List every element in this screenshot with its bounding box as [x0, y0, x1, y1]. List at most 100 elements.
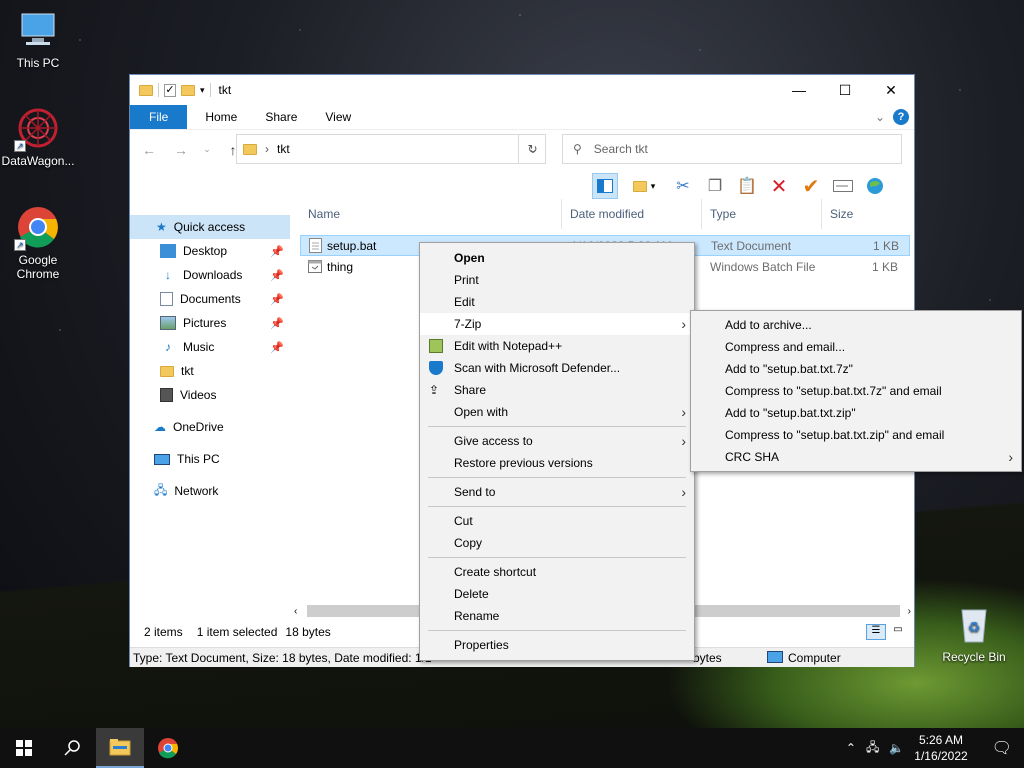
tab-file[interactable]: File	[130, 105, 188, 129]
new-folder-icon[interactable]	[181, 84, 195, 96]
menu-item-print[interactable]: Print	[420, 269, 694, 291]
sidebar-item-quick-access[interactable]: ★ Quick access	[130, 215, 290, 239]
menu-item-edit-notepadpp[interactable]: Edit with Notepad++	[420, 335, 694, 357]
navigation-pane: ★ Quick access Desktop 📌 ↓ Downloads 📌 D…	[130, 215, 290, 615]
menu-item-compress-and-email[interactable]: Compress and email...	[691, 336, 1021, 358]
menu-item-open[interactable]: Open	[420, 247, 694, 269]
menu-item-edit[interactable]: Edit	[420, 291, 694, 313]
forward-icon[interactable]: →	[170, 142, 192, 158]
cloud-icon: ☁	[154, 420, 166, 434]
clock[interactable]: 5:26 AM 1/16/2022	[914, 732, 967, 764]
column-header-date[interactable]: Date modified	[562, 199, 702, 229]
tab-share[interactable]: Share	[251, 105, 311, 129]
submenu-arrow-icon: ›	[681, 484, 686, 500]
menu-item-add-to-zip[interactable]: Add to "setup.bat.txt.zip"	[691, 402, 1021, 424]
rename-icon[interactable]	[830, 173, 856, 199]
delete-icon[interactable]: ✕	[766, 173, 792, 199]
checkmark-icon[interactable]: ✔	[798, 173, 824, 199]
menu-item-rename[interactable]: Rename	[420, 605, 694, 627]
menu-item-add-to-archive[interactable]: Add to archive...	[691, 314, 1021, 336]
sidebar-item-downloads[interactable]: ↓ Downloads 📌	[130, 263, 290, 287]
taskbar-chrome[interactable]	[144, 728, 192, 768]
search-input[interactable]: ⚲ Search tkt	[562, 134, 902, 164]
menu-item-open-with[interactable]: Open with ›	[420, 401, 694, 423]
menu-item-restore-versions[interactable]: Restore previous versions	[420, 452, 694, 474]
videos-icon	[160, 388, 173, 402]
submenu-arrow-icon: ›	[681, 404, 686, 420]
cut-icon[interactable]: ✂	[670, 173, 696, 199]
paste-icon[interactable]: 📋	[734, 173, 760, 199]
notification-icon[interactable]: 🗨	[992, 738, 1012, 758]
globe-icon[interactable]	[862, 173, 888, 199]
taskbar-file-explorer[interactable]	[96, 728, 144, 768]
volume-muted-icon[interactable]: 🔈	[889, 741, 904, 755]
network-status-icon[interactable]: 🖧	[866, 738, 879, 759]
sidebar-item-onedrive[interactable]: ☁ OneDrive	[130, 415, 290, 439]
menu-item-properties[interactable]: Properties	[420, 634, 694, 656]
menu-item-cut[interactable]: Cut	[420, 510, 694, 532]
sidebar-item-documents[interactable]: Documents 📌	[130, 287, 290, 311]
desktop-icon-recycle-bin[interactable]: ♻ Recycle Bin	[936, 602, 1012, 664]
sidebar-item-this-pc[interactable]: This PC	[130, 447, 290, 471]
clock-date: 1/16/2022	[914, 749, 968, 763]
column-header-type[interactable]: Type	[702, 199, 822, 229]
back-icon[interactable]: ←	[138, 142, 160, 158]
column-header-size[interactable]: Size	[822, 199, 902, 229]
desktop-icon-chrome[interactable]: ↗ Google Chrome	[0, 205, 76, 281]
documents-icon	[160, 292, 173, 306]
help-icon[interactable]: ?	[893, 109, 909, 125]
start-button[interactable]	[0, 728, 48, 768]
menu-item-delete[interactable]: Delete	[420, 583, 694, 605]
column-header-name[interactable]: Name	[300, 199, 562, 229]
recent-locations-icon[interactable]: ⌄	[202, 144, 212, 155]
menu-item-compress-zip-email[interactable]: Compress to "setup.bat.txt.zip" and emai…	[691, 424, 1021, 446]
computer-icon	[154, 453, 170, 465]
context-menu: Open Print Edit 7-Zip › Edit with Notepa…	[419, 242, 695, 661]
menu-item-crc-sha[interactable]: CRC SHA ›	[691, 446, 1021, 468]
column-headers: Name Date modified Type Size	[300, 199, 910, 229]
search-button[interactable]	[48, 728, 96, 768]
breadcrumb[interactable]: tkt	[277, 142, 290, 156]
expand-ribbon-icon[interactable]: ⌄	[875, 110, 885, 124]
system-tray: ⌃ 🖧 🔈 5:26 AM 1/16/2022 🗨	[846, 732, 1024, 764]
maximize-button[interactable]: ☐	[822, 75, 868, 105]
minimize-button[interactable]: —	[776, 75, 822, 105]
menu-item-give-access[interactable]: Give access to ›	[420, 430, 694, 452]
copy-icon[interactable]: ❐	[702, 173, 728, 199]
sidebar-item-tkt[interactable]: tkt	[130, 359, 290, 383]
windows-logo-icon	[16, 740, 32, 756]
menu-item-share[interactable]: ⇪ Share	[420, 379, 694, 401]
close-button[interactable]: ✕	[868, 75, 914, 105]
refresh-icon[interactable]: ↻	[518, 134, 546, 164]
desktop-icon-this-pc[interactable]: This PC	[0, 8, 76, 70]
sidebar-item-videos[interactable]: Videos	[130, 383, 290, 407]
customize-qat-icon[interactable]: ▾	[200, 85, 205, 96]
desktop-icon-datawagon[interactable]: ↗ DataWagon...	[0, 106, 76, 168]
properties-icon[interactable]: ✓	[164, 83, 176, 97]
new-folder-icon[interactable]: ▾	[624, 173, 664, 199]
details-view-icon[interactable]: ☰	[866, 624, 886, 640]
sidebar-item-pictures[interactable]: Pictures 📌	[130, 311, 290, 335]
chevron-up-icon[interactable]: ⌃	[846, 741, 856, 755]
menu-item-add-to-7z[interactable]: Add to "setup.bat.txt.7z"	[691, 358, 1021, 380]
menu-item-7zip[interactable]: 7-Zip ›	[420, 313, 694, 335]
tab-view[interactable]: View	[311, 105, 365, 129]
menu-item-scan-defender[interactable]: Scan with Microsoft Defender...	[420, 357, 694, 379]
menu-item-send-to[interactable]: Send to ›	[420, 481, 694, 503]
scroll-left-icon[interactable]: ‹	[290, 606, 297, 617]
menu-item-copy[interactable]: Copy	[420, 532, 694, 554]
scroll-right-icon[interactable]: ›	[908, 606, 915, 617]
file-type: Text Document	[711, 238, 792, 253]
breadcrumb-separator-icon: ›	[265, 142, 269, 156]
menu-item-compress-7z-email[interactable]: Compress to "setup.bat.txt.7z" and email	[691, 380, 1021, 402]
defender-icon	[429, 361, 443, 375]
menu-item-create-shortcut[interactable]: Create shortcut	[420, 561, 694, 583]
large-icons-view-icon[interactable]: ▭	[888, 624, 908, 640]
preview-pane-icon[interactable]	[592, 173, 618, 199]
sidebar-item-desktop[interactable]: Desktop 📌	[130, 239, 290, 263]
sidebar-item-music[interactable]: ♪ Music 📌	[130, 335, 290, 359]
sidebar-item-network[interactable]: 🖧 Network	[130, 479, 290, 503]
address-bar[interactable]: › tkt ⌄	[236, 134, 546, 164]
menu-separator	[428, 426, 686, 427]
tab-home[interactable]: Home	[191, 105, 251, 129]
